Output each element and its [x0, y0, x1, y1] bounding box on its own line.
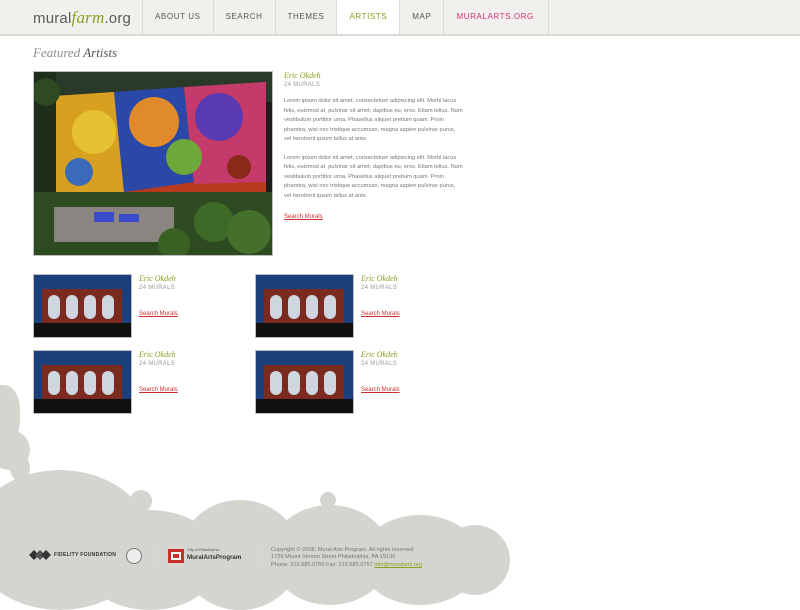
artist-card: Eric Okdeh 24 MURALS Search Murals — [33, 274, 243, 340]
artist-mural-count: 24 MURALS — [139, 361, 176, 367]
nav-muralarts-org[interactable]: MURALARTS.ORG — [444, 0, 549, 34]
footer-copyright: Copyright © 2008, Mural Arts Program. Al… — [271, 547, 414, 553]
footer-contact: Copyright © 2008, Mural Arts Program. Al… — [271, 547, 422, 569]
page-title-strong: Artists — [83, 45, 118, 60]
artist-thumbnail-image — [34, 351, 131, 413]
artist-mural-count: 24 MURALS — [139, 285, 176, 291]
mural-arts-program-small-label: City of Philadelphia — [187, 548, 220, 552]
nav-map[interactable]: MAP — [400, 0, 445, 34]
artist-search-murals-link[interactable]: Search Murals — [139, 387, 178, 393]
footer-email-link[interactable]: info@muralarts.org — [374, 562, 422, 568]
mural-arts-program-logo[interactable]: City of Philadelphia MuralArtsProgram — [168, 547, 258, 565]
artist-thumbnail[interactable] — [33, 350, 132, 414]
footer-address: 1729 Mount Vernon Street Philadelphia, P… — [271, 554, 396, 561]
artist-thumbnail-image — [34, 275, 131, 337]
artist-search-murals-link[interactable]: Search Murals — [361, 311, 400, 317]
artist-thumbnail-image — [256, 351, 353, 413]
artist-card-info: Eric Okdeh 24 MURALS Search Murals — [139, 274, 239, 320]
artist-card: Eric Okdeh 24 MURALS Search Murals — [33, 350, 243, 416]
artist-mural-count: 24 MURALS — [361, 361, 398, 367]
footer-phone-line: Phone: 215.685.0750 Fax: 215.685.0757 in… — [271, 562, 422, 569]
nav-themes[interactable]: THEMES — [276, 0, 338, 34]
footer-phone-fax: Phone: 215.685.0750 Fax: 215.685.0757 — [271, 561, 373, 568]
footer-divider — [157, 542, 158, 568]
featured-mural-image — [34, 72, 272, 255]
page-title: Featured Artists — [33, 45, 117, 61]
logo-text-org: .org — [104, 10, 132, 27]
fidelity-foundation-icon — [29, 550, 51, 560]
artist-thumbnail-image — [256, 275, 353, 337]
featured-mural-count: 24 MURALS — [284, 82, 321, 88]
artist-name[interactable]: Eric Okdeh — [361, 274, 461, 284]
main-nav: ABOUT US SEARCH THEMES ARTISTS MAP MURAL… — [142, 0, 549, 34]
artist-search-murals-link[interactable]: Search Murals — [361, 387, 400, 393]
nav-about-us[interactable]: ABOUT US — [143, 0, 214, 34]
fidelity-foundation-label: FIDELITY FOUNDATION — [54, 552, 117, 558]
logo-text-mural: mural — [33, 10, 72, 27]
mural-arts-program-label: MuralArtsProgram — [187, 554, 242, 561]
nav-search[interactable]: SEARCH — [214, 0, 276, 34]
featured-bio-paragraph-2: Lorem ipsum dolor sit amet, consectetuer… — [284, 154, 463, 199]
artist-thumbnail[interactable] — [255, 274, 354, 338]
site-header: muralfarm.org ABOUT US SEARCH THEMES ART… — [0, 0, 800, 36]
nav-artists[interactable]: ARTISTS — [337, 0, 401, 34]
featured-artist-info: Eric Okdeh 24 MURALS Lorem ipsum dolor s… — [284, 71, 464, 223]
artist-thumbnail[interactable] — [33, 274, 132, 338]
site-logo[interactable]: muralfarm.org — [33, 8, 131, 28]
artist-card-info: Eric Okdeh 24 MURALS Search Murals — [139, 350, 239, 396]
artist-card-info: Eric Okdeh 24 MURALS Search Murals — [361, 350, 461, 396]
featured-mural-photo[interactable] — [33, 71, 273, 256]
featured-artist-name[interactable]: Eric Okdeh — [284, 71, 464, 81]
artist-search-murals-link[interactable]: Search Murals — [139, 311, 178, 317]
footer-divider — [262, 542, 263, 568]
artist-card: Eric Okdeh 24 MURALS Search Murals — [255, 350, 465, 416]
artist-thumbnail[interactable] — [255, 350, 354, 414]
page-title-light: Featured — [33, 45, 81, 60]
logo-text-farm: farm — [71, 8, 105, 27]
artist-name[interactable]: Eric Okdeh — [139, 350, 239, 360]
seal-icon — [126, 548, 142, 564]
artist-name[interactable]: Eric Okdeh — [139, 274, 239, 284]
artist-card-info: Eric Okdeh 24 MURALS Search Murals — [361, 274, 461, 320]
featured-bio-paragraph-1: Lorem ipsum dolor sit amet, consectetuer… — [284, 98, 463, 142]
artist-name[interactable]: Eric Okdeh — [361, 350, 461, 360]
artist-card: Eric Okdeh 24 MURALS Search Murals — [255, 274, 465, 340]
artist-mural-count: 24 MURALS — [361, 285, 398, 291]
mural-arts-program-icon — [168, 549, 184, 563]
featured-search-murals-link[interactable]: Search Murals — [284, 214, 323, 220]
